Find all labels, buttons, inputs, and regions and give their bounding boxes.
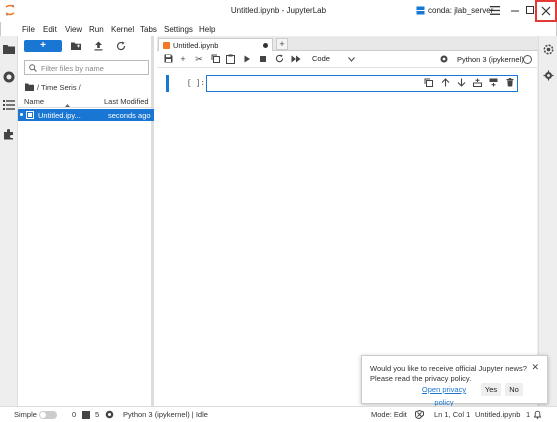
- kernel-status-text[interactable]: Python 3 (ipykernel) | Idle: [123, 410, 208, 419]
- unsaved-dot-icon[interactable]: [263, 43, 268, 48]
- extensions-icon[interactable]: [3, 128, 15, 140]
- hamburger-menu-icon[interactable]: [490, 6, 500, 15]
- tab-label: Untitled.ipynb: [173, 41, 219, 50]
- notebook-toolbar: + ✂ Code Python 3 (ipykernel): [157, 51, 537, 68]
- menu-tabs[interactable]: Tabs: [140, 25, 157, 34]
- maximize-button[interactable]: [525, 5, 535, 15]
- menu-view[interactable]: View: [65, 25, 82, 34]
- column-modified-header[interactable]: Last Modified: [104, 97, 149, 106]
- cell-type-value: Code: [312, 54, 330, 63]
- fast-forward-icon[interactable]: [290, 53, 302, 65]
- file-browser-panel: + Filter files by name / Time Seris / Na…: [18, 36, 154, 406]
- notebook-tab-icon: [163, 42, 170, 49]
- cell-type-select[interactable]: Code: [310, 54, 358, 65]
- bell-icon[interactable]: [533, 410, 542, 419]
- simple-mode-toggle[interactable]: [39, 411, 57, 419]
- notebook-panel: [157, 51, 537, 406]
- running-dot-icon: [20, 113, 23, 116]
- no-trust-icon[interactable]: [415, 409, 424, 420]
- copy-icon[interactable]: [209, 53, 221, 65]
- kernel-status-icon: [523, 55, 532, 64]
- new-folder-icon[interactable]: [71, 42, 81, 50]
- column-name-header[interactable]: Name: [24, 97, 44, 106]
- column-header: Name Last Modified: [18, 95, 154, 108]
- close-button[interactable]: [535, 0, 557, 22]
- folder-icon[interactable]: [3, 44, 15, 54]
- new-tab-button[interactable]: +: [276, 38, 288, 50]
- file-row[interactable]: Untitled.ipy... seconds ago: [18, 109, 154, 121]
- no-button[interactable]: No: [505, 383, 523, 396]
- kernel-gear-icon: [105, 410, 114, 419]
- insert-cell-icon[interactable]: +: [177, 53, 189, 65]
- cut-icon[interactable]: ✂: [193, 53, 205, 65]
- server-icon: [416, 6, 425, 15]
- tab-untitled-notebook[interactable]: Untitled.ipynb: [158, 38, 273, 52]
- move-down-icon[interactable]: [456, 78, 467, 89]
- simple-mode-label: Simple: [14, 410, 37, 419]
- chevron-down-icon: [348, 55, 355, 64]
- menu-settings[interactable]: Settings: [164, 25, 193, 34]
- running-icon[interactable]: [3, 71, 15, 83]
- kernel-count[interactable]: 5: [95, 410, 99, 419]
- title-bar: Untitled.ipynb - JupyterLab conda: jlab_…: [0, 0, 557, 22]
- search-icon: [29, 64, 37, 72]
- menu-edit[interactable]: Edit: [43, 25, 57, 34]
- toggle-knob: [40, 412, 46, 418]
- menu-run[interactable]: Run: [89, 25, 104, 34]
- edit-mode-text: Mode: Edit: [371, 410, 407, 419]
- terminal-icon: [82, 411, 90, 419]
- duplicate-cell-icon[interactable]: [423, 78, 434, 89]
- yes-button[interactable]: Yes: [481, 383, 501, 396]
- right-activity-bar: [538, 36, 557, 406]
- minimize-button[interactable]: [510, 5, 520, 15]
- property-inspector-icon[interactable]: [543, 44, 554, 55]
- gear-badge-icon: [440, 55, 448, 63]
- menu-help[interactable]: Help: [199, 25, 215, 34]
- notification-count[interactable]: 1: [526, 410, 530, 419]
- breadcrumb-folder-icon[interactable]: [25, 83, 34, 91]
- file-modified: seconds ago: [108, 111, 151, 120]
- refresh-icon[interactable]: [116, 41, 126, 51]
- left-activity-bar: [0, 36, 18, 406]
- notebook-file-icon: [26, 111, 34, 119]
- filter-input-placeholder: Filter files by name: [41, 64, 104, 73]
- code-cell-editor[interactable]: [206, 75, 518, 92]
- move-up-icon[interactable]: [440, 78, 451, 89]
- insert-below-icon[interactable]: [488, 78, 499, 89]
- file-name: Untitled.ipy...: [38, 111, 81, 120]
- toc-icon[interactable]: [3, 100, 15, 110]
- run-icon[interactable]: [241, 53, 253, 65]
- privacy-policy-link[interactable]: Open privacy policy: [412, 383, 476, 407]
- save-icon[interactable]: [162, 53, 174, 65]
- news-notification: Would you like to receive official Jupyt…: [361, 355, 548, 407]
- menu-file[interactable]: File: [22, 25, 35, 34]
- paste-icon[interactable]: [224, 53, 236, 65]
- close-notification-icon[interactable]: ✕: [531, 362, 539, 373]
- delete-cell-icon[interactable]: [504, 78, 515, 89]
- terminal-count[interactable]: 0: [72, 410, 76, 419]
- sort-caret-icon: [65, 100, 70, 107]
- notification-message: Would you like to receive official Jupyt…: [370, 364, 527, 383]
- active-cell-marker: [166, 75, 169, 92]
- menu-kernel[interactable]: Kernel: [111, 25, 134, 34]
- cursor-position[interactable]: Ln 1, Col 1: [434, 410, 470, 419]
- status-bar: Simple 0 5 Python 3 (ipykernel) | Idle M…: [0, 406, 557, 422]
- debugger-icon[interactable]: [543, 70, 554, 81]
- cell-prompt: [ ]:: [187, 80, 206, 88]
- status-file-name: Untitled.ipynb: [475, 410, 521, 419]
- breadcrumb[interactable]: / Time Seris /: [37, 83, 81, 92]
- filter-box[interactable]: Filter files by name: [24, 60, 149, 75]
- new-launcher-button[interactable]: +: [24, 40, 62, 52]
- insert-above-icon[interactable]: [472, 78, 483, 89]
- stop-icon[interactable]: [257, 53, 269, 65]
- upload-icon[interactable]: [94, 41, 103, 51]
- env-label[interactable]: conda: jlab_server: [428, 6, 493, 15]
- kernel-name[interactable]: Python 3 (ipykernel): [457, 55, 524, 64]
- restart-icon[interactable]: [273, 53, 285, 65]
